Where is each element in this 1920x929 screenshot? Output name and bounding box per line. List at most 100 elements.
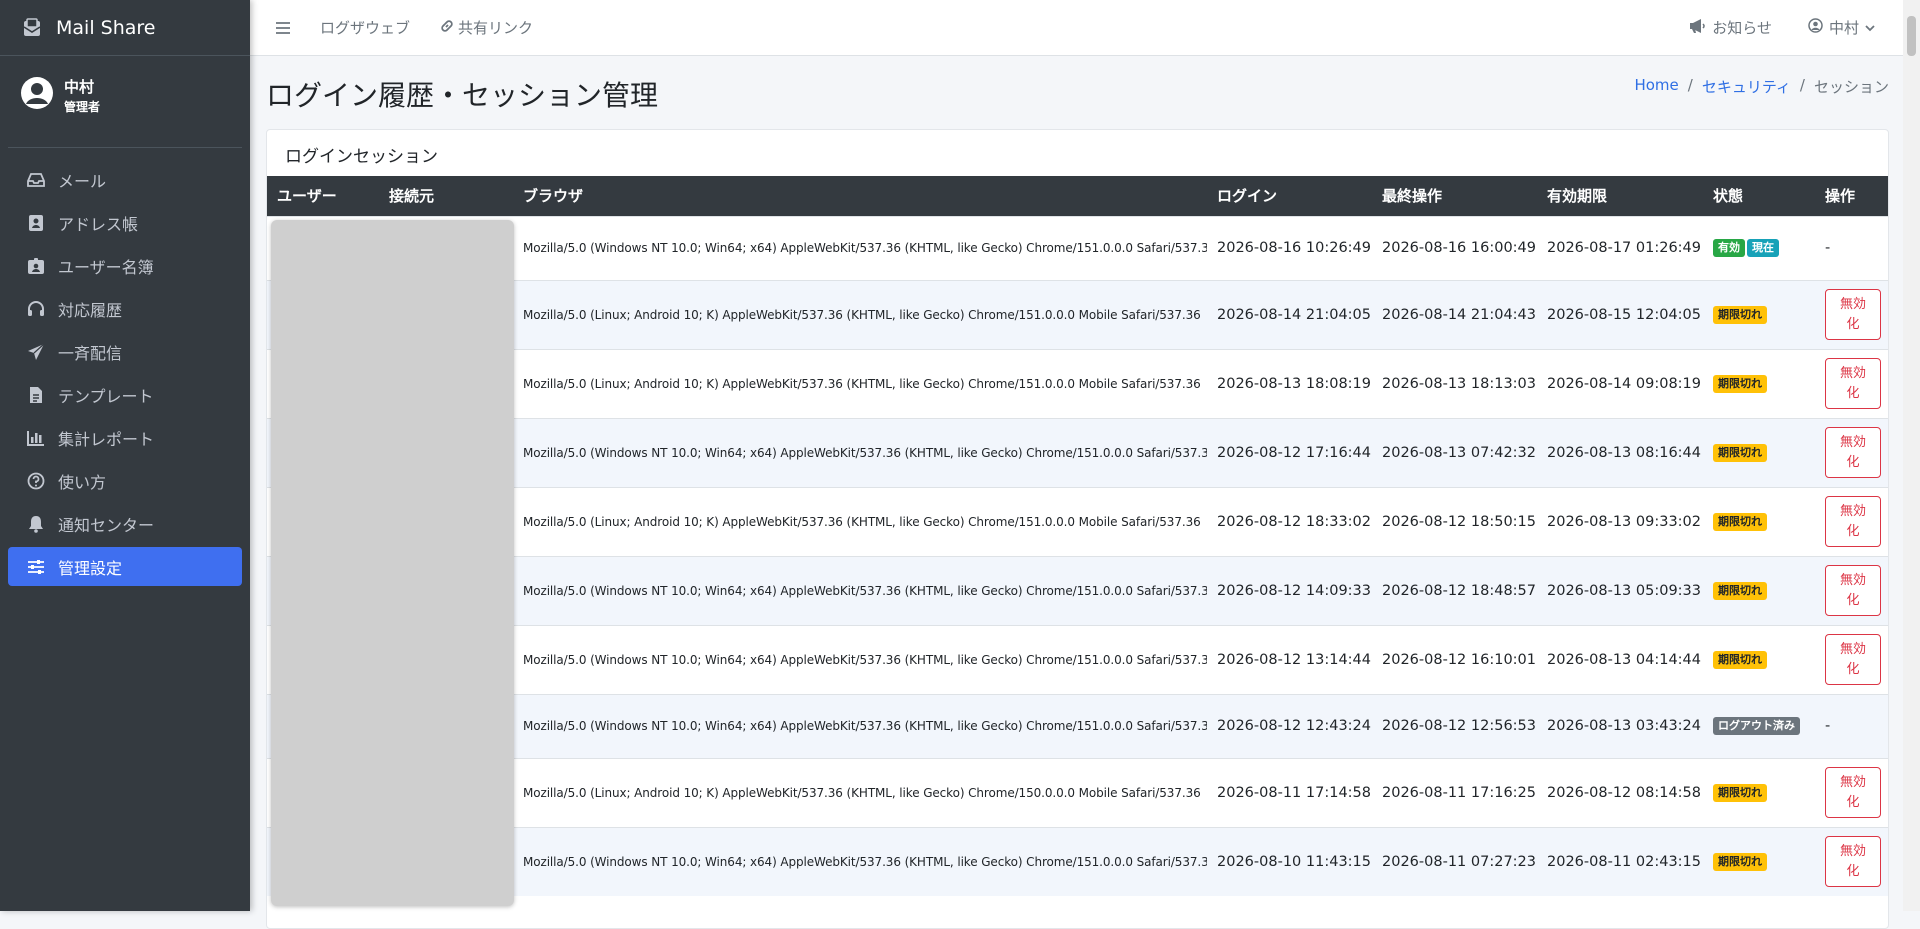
status-badge: 有効 [1713, 239, 1745, 257]
card-title: ログインセッション [285, 147, 438, 167]
sidebar-item-label: 集計レポート [58, 429, 155, 449]
sidebar-item-admin-settings[interactable]: 管理設定 [8, 547, 242, 586]
notifications-label: お知らせ [1712, 19, 1772, 37]
sidebar-item-address-book[interactable]: アドレス帳 [8, 203, 242, 242]
revoke-button[interactable]: 無効化 [1825, 289, 1881, 340]
sidebar-item-label: メール [58, 171, 107, 191]
sidebar-nav: メール アドレス帳 ユーザー名簿 対応履歴 一斉配信 テンプレート 集計レポート [0, 148, 250, 586]
cell-expires: 2026-08-12 08:14:58 [1537, 757, 1703, 827]
cell-browser: Mozilla/5.0 (Windows NT 10.0; Win64; x64… [513, 555, 1207, 625]
status-badge: 期限切れ [1713, 650, 1767, 669]
status-badge: 期限切れ [1713, 581, 1767, 600]
table-header-row: ユーザー 接続元 ブラウザ ログイン 最終操作 有効期限 状態 操作 [267, 176, 1888, 216]
revoke-button[interactable]: 無効化 [1825, 634, 1881, 685]
sidebar-item-label: ユーザー名簿 [58, 257, 154, 277]
user-panel[interactable]: 中村 管理者 [8, 56, 242, 148]
nav-link-logthe-web[interactable]: ログザウェブ [320, 17, 410, 38]
cell-browser: Mozilla/5.0 (Linux; Android 10; K) Apple… [513, 757, 1207, 827]
sliders-icon [26, 557, 46, 577]
brand-link[interactable]: Mail Share [0, 0, 250, 56]
revoke-button[interactable]: 無効化 [1825, 836, 1881, 888]
sidebar-item-history[interactable]: 対応履歴 [8, 289, 242, 328]
cell-login: 2026-08-12 12:43:24 [1207, 693, 1372, 758]
sidebar-item-user-directory[interactable]: ユーザー名簿 [8, 246, 242, 285]
sidebar-item-label: 管理設定 [58, 558, 123, 578]
cell-last-activity: 2026-08-12 18:50:15 [1372, 486, 1537, 556]
column-header-last-activity[interactable]: 最終操作 [1372, 176, 1537, 216]
cell-actions: 無効化 [1815, 624, 1888, 694]
sidebar-item-notifications[interactable]: 通知センター [8, 504, 242, 543]
column-header-user[interactable]: ユーザー [267, 176, 379, 216]
sidebar-item-broadcast[interactable]: 一斉配信 [8, 332, 242, 371]
cell-last-activity: 2026-08-16 16:00:49 [1372, 215, 1537, 280]
nav-link-label: 共有リンク [458, 19, 534, 37]
cell-last-activity: 2026-08-13 07:42:32 [1372, 417, 1537, 487]
navbar-right: お知らせ 中村 [1652, 17, 1881, 38]
cell-last-activity: 2026-08-11 17:16:25 [1372, 757, 1537, 827]
revoke-button[interactable]: 無効化 [1825, 358, 1881, 409]
sidebar-item-label: 一斉配信 [58, 343, 123, 363]
breadcrumb-home[interactable]: Home [1634, 76, 1678, 97]
user-menu[interactable]: 中村 [1808, 17, 1881, 38]
status-badge: 期限切れ [1713, 305, 1767, 324]
cell-expires: 2026-08-11 02:43:15 [1537, 826, 1703, 896]
cell-actions: 無効化 [1815, 348, 1888, 418]
page-scrollbar[interactable] [1903, 0, 1920, 911]
sidebar: Mail Share 中村 管理者 メール アドレス帳 ユーザー名簿 対応履歴 [0, 0, 250, 911]
revoke-button[interactable]: 無効化 [1825, 496, 1881, 547]
breadcrumb: Home / セキュリティ / セッション [1634, 76, 1889, 97]
no-action-dash: - [1825, 240, 1831, 256]
cell-browser: Mozilla/5.0 (Windows NT 10.0; Win64; x64… [513, 693, 1207, 758]
status-badge: 期限切れ [1713, 783, 1767, 802]
cell-browser: Mozilla/5.0 (Linux; Android 10; K) Apple… [513, 348, 1207, 418]
sidebar-item-help[interactable]: 使い方 [8, 461, 242, 500]
column-header-login[interactable]: ログイン [1207, 176, 1372, 216]
notifications-menu[interactable]: お知らせ [1688, 17, 1772, 38]
file-icon [26, 385, 46, 405]
nav-link-shared-links[interactable]: 共有リンク [440, 17, 533, 38]
breadcrumb-separator: / [1799, 76, 1805, 94]
cell-status: ログアウト済み [1703, 693, 1815, 758]
hamburger-icon[interactable] [272, 17, 294, 39]
cell-last-activity: 2026-08-11 07:27:23 [1372, 826, 1537, 896]
column-header-expires[interactable]: 有効期限 [1537, 176, 1703, 216]
cell-actions: 無効化 [1815, 279, 1888, 349]
cell-login: 2026-08-14 21:04:05 [1207, 279, 1372, 349]
cell-expires: 2026-08-13 09:33:02 [1537, 486, 1703, 556]
sidebar-item-templates[interactable]: テンプレート [8, 375, 242, 414]
column-header-actions[interactable]: 操作 [1815, 176, 1888, 216]
sidebar-item-reports[interactable]: 集計レポート [8, 418, 242, 457]
revoke-button[interactable]: 無効化 [1825, 767, 1881, 818]
bell-icon [26, 514, 46, 534]
sidebar-item-mail[interactable]: メール [8, 160, 242, 199]
column-header-status[interactable]: 状態 [1703, 176, 1815, 216]
breadcrumb-security[interactable]: セキュリティ [1702, 76, 1791, 97]
column-header-source[interactable]: 接続元 [379, 176, 513, 216]
sidebar-item-label: テンプレート [58, 386, 154, 406]
status-badge: ログアウト済み [1713, 717, 1800, 735]
revoke-button[interactable]: 無効化 [1825, 427, 1881, 478]
megaphone-icon [1688, 18, 1712, 38]
sidebar-item-label: 対応履歴 [58, 300, 123, 320]
status-badge: 期限切れ [1713, 852, 1767, 871]
cell-browser: Mozilla/5.0 (Windows NT 10.0; Win64; x64… [513, 624, 1207, 694]
cell-actions: - [1815, 215, 1888, 280]
scrollbar-thumb[interactable] [1907, 16, 1916, 56]
revoke-button[interactable]: 無効化 [1825, 565, 1881, 616]
cell-actions: 無効化 [1815, 555, 1888, 625]
user-role: 管理者 [64, 100, 101, 114]
cell-status: 期限切れ [1703, 757, 1815, 827]
link-icon [440, 19, 458, 37]
cell-login: 2026-08-12 14:09:33 [1207, 555, 1372, 625]
status-badge: 期限切れ [1713, 443, 1767, 462]
cell-login: 2026-08-12 13:14:44 [1207, 624, 1372, 694]
cell-expires: 2026-08-17 01:26:49 [1537, 215, 1703, 280]
cell-last-activity: 2026-08-12 16:10:01 [1372, 624, 1537, 694]
cell-status: 期限切れ [1703, 624, 1815, 694]
column-header-browser[interactable]: ブラウザ [513, 176, 1207, 216]
cell-status: 期限切れ [1703, 486, 1815, 556]
breadcrumb-current: セッション [1813, 78, 1889, 96]
cell-expires: 2026-08-13 08:16:44 [1537, 417, 1703, 487]
cell-last-activity: 2026-08-12 18:48:57 [1372, 555, 1537, 625]
status-badge: 期限切れ [1713, 512, 1767, 531]
